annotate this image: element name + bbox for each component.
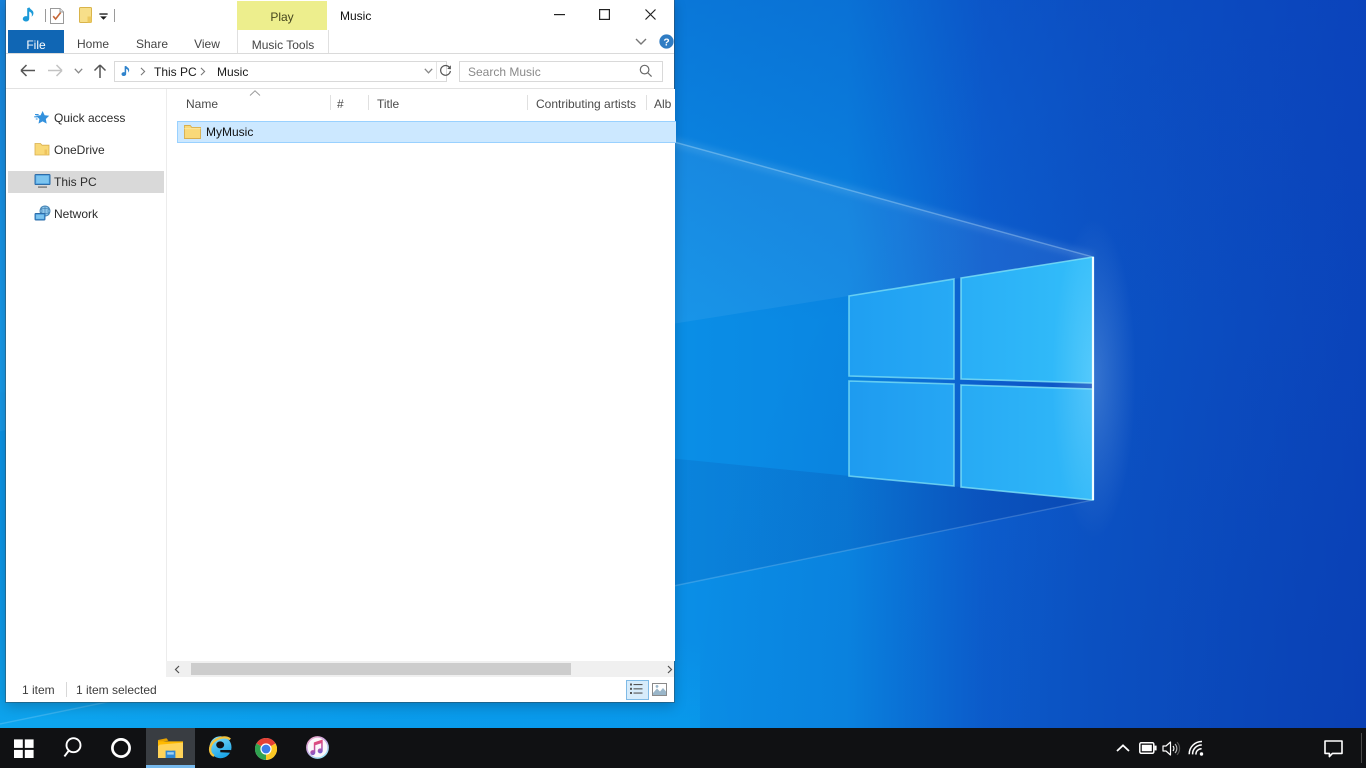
- svg-text:?: ?: [663, 37, 669, 48]
